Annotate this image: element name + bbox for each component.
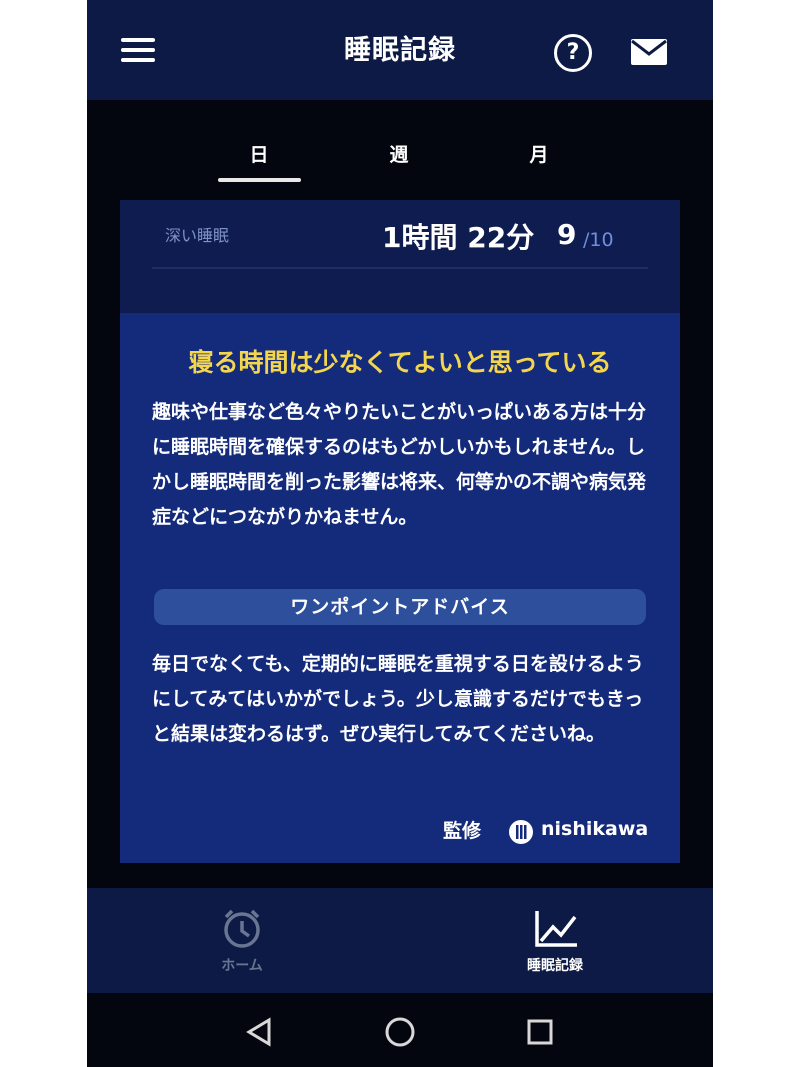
nav-home[interactable]: ホーム <box>192 903 292 983</box>
mail-icon[interactable] <box>631 39 667 65</box>
tab-week[interactable]: 週 <box>354 140 444 167</box>
phone-screen: 睡眠記録 ? 日 週 月 深い睡眠 1時間 22分 9 /10 寝る時間は少なく… <box>87 0 713 1067</box>
nishikawa-logo-icon <box>509 820 533 844</box>
tab-month[interactable]: 月 <box>494 140 584 167</box>
stat-score-max: /10 <box>583 229 614 251</box>
app-bar: 睡眠記録 ? <box>87 0 713 100</box>
stat-duration: 1時間 22分 <box>382 221 535 254</box>
back-icon[interactable] <box>245 1017 275 1047</box>
page-title: 睡眠記録 <box>344 35 456 66</box>
nav-home-label: ホーム <box>221 958 263 974</box>
deep-sleep-stat-card: 深い睡眠 1時間 22分 9 /10 <box>120 200 680 313</box>
advice-panel: 寝る時間は少なくてよいと思っている 趣味や仕事など色々やりたいことがいっぱいある… <box>120 313 680 863</box>
nav-sleep-record-label: 睡眠記録 <box>527 958 583 974</box>
advice-body: 趣味や仕事など色々やりたいことがいっぱいある方は十分に睡眠時間を確保するのはもど… <box>152 401 647 528</box>
advice-tip: 毎日でなくても、定期的に睡眠を重視する日を設けるようにしてみてはいかがでしょう。… <box>152 653 644 745</box>
help-icon[interactable]: ? <box>554 34 592 72</box>
alarm-clock-icon <box>224 909 260 948</box>
stat-label: 深い睡眠 <box>165 226 230 245</box>
divider <box>152 267 648 269</box>
system-navigation-bar <box>87 993 713 1067</box>
nav-sleep-record[interactable]: 睡眠記録 <box>505 903 605 983</box>
home-circle-icon[interactable] <box>384 1016 416 1048</box>
recents-square-icon[interactable] <box>525 1017 555 1047</box>
selected-tab-indicator <box>218 178 301 182</box>
tab-day[interactable]: 日 <box>214 140 304 167</box>
one-point-advice-heading: ワンポイントアドバイス <box>154 589 646 625</box>
line-chart-icon <box>535 911 577 947</box>
stat-score: 9 <box>557 218 577 251</box>
bottom-navigation: ホーム 睡眠記録 <box>87 888 713 993</box>
period-tabs: 日 週 月 <box>87 100 713 200</box>
supervisor-label: 監修 <box>443 820 482 842</box>
advice-title: 寝る時間は少なくてよいと思っている <box>188 348 612 377</box>
brand-name: nishikawa <box>541 818 649 840</box>
